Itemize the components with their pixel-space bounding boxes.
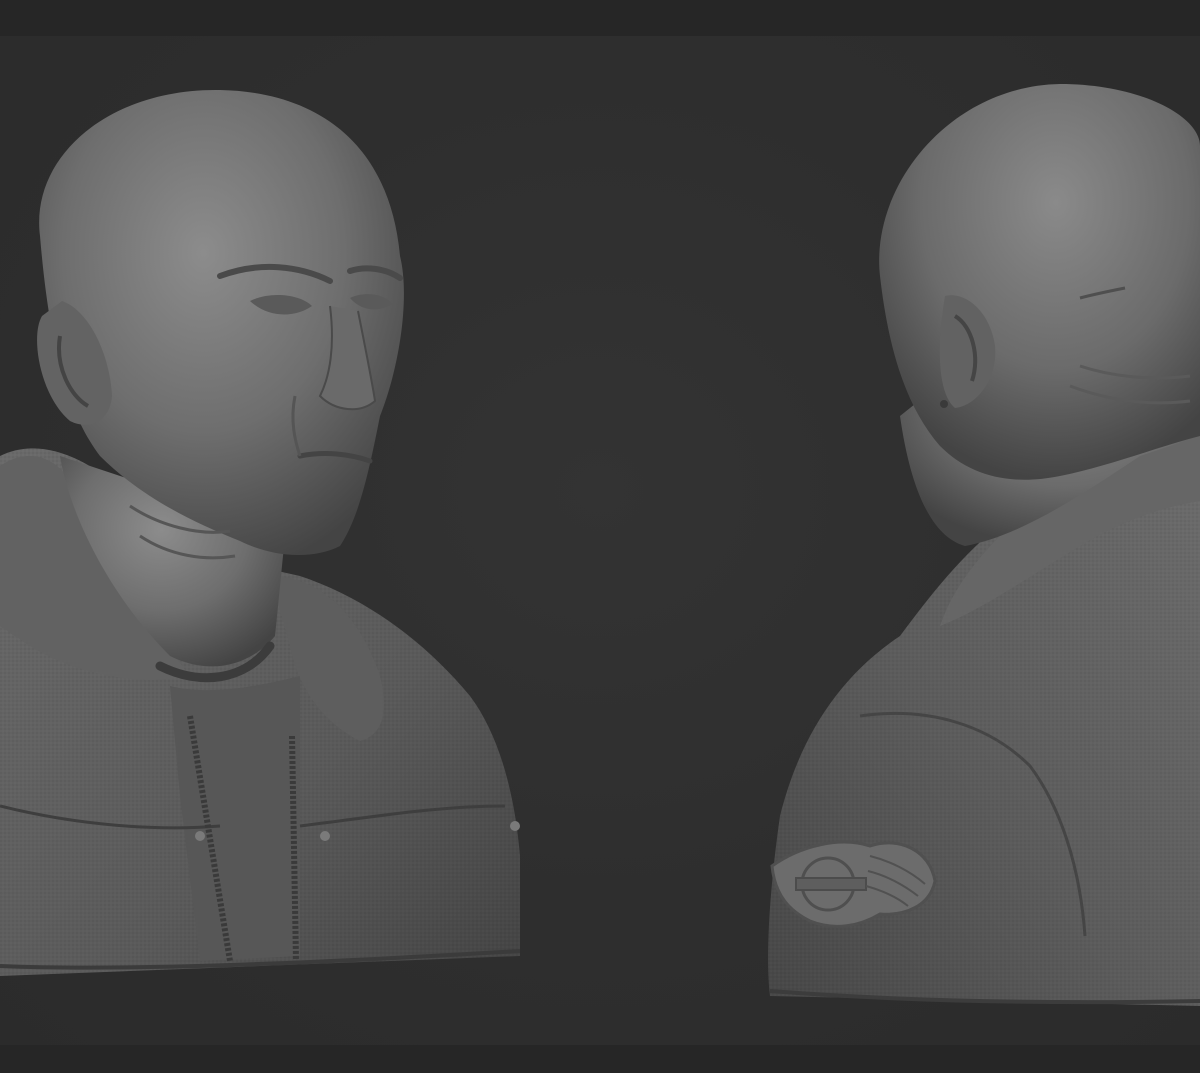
bust-front-view-icon	[0, 89, 521, 976]
bust-back-view-icon	[768, 84, 1200, 1006]
head-back	[879, 84, 1200, 480]
bottom-bar	[0, 1045, 1200, 1073]
render-viewport	[0, 36, 1200, 1045]
render-frame	[0, 0, 1200, 1073]
sculpt-render	[0, 84, 1200, 1006]
earring	[940, 400, 948, 408]
top-bar	[0, 0, 1200, 36]
